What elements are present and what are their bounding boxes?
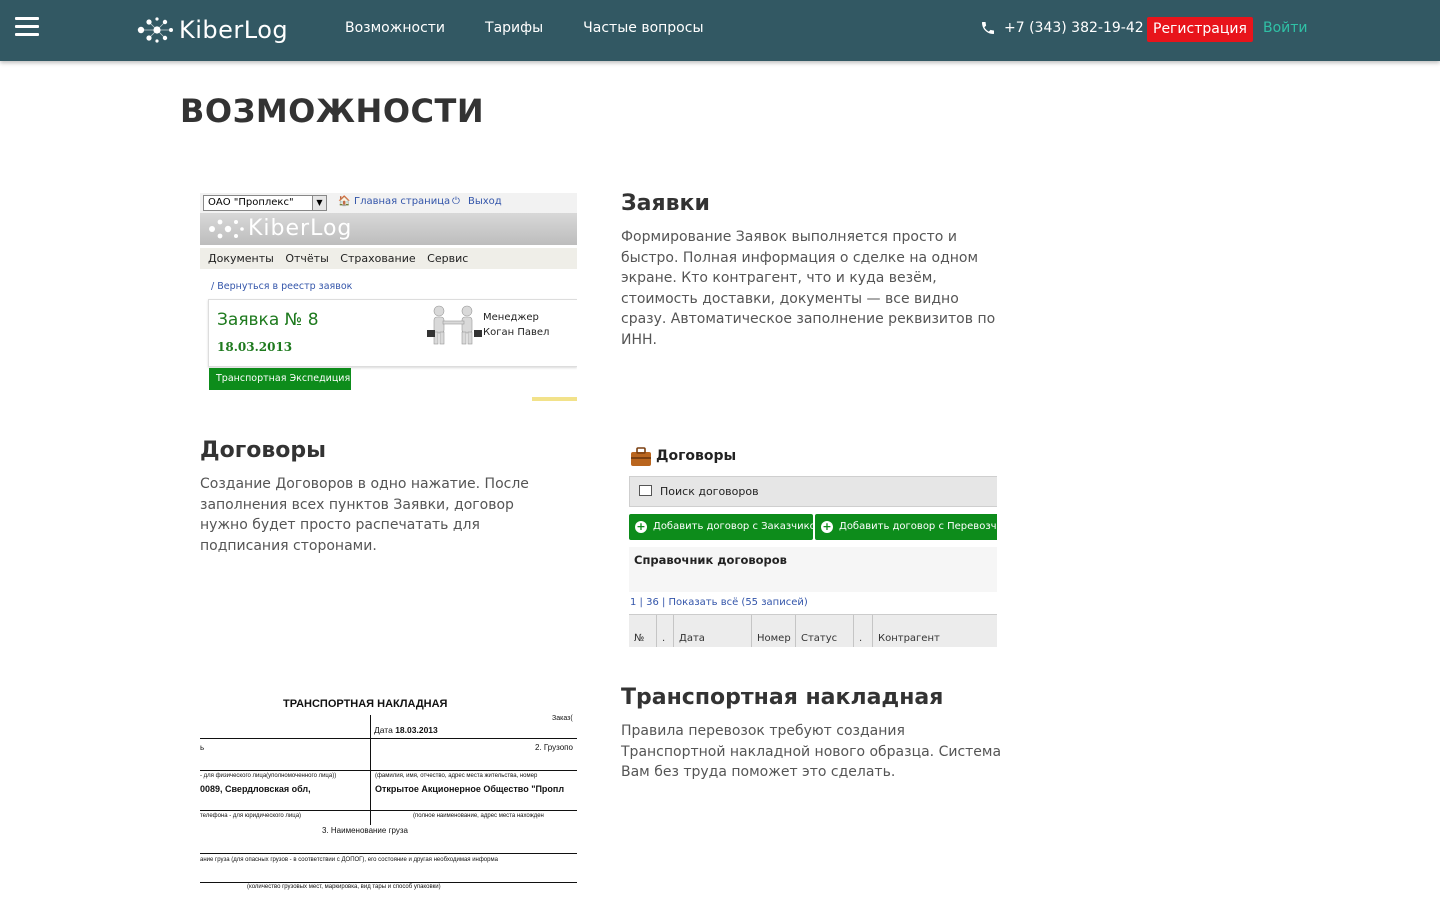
column-header: Дата	[674, 615, 752, 647]
plus-icon: +	[635, 520, 647, 533]
nav-features[interactable]: Возможности	[345, 20, 445, 36]
waybill-title: ТРАНСПОРТНАЯ НАКЛАДНАЯ	[283, 698, 448, 710]
add-customer-label: Добавить договор с Заказчиком	[653, 521, 813, 532]
shot-logo-bar: KiberLog	[200, 213, 577, 245]
waybill-date: Дата 18.03.2013	[374, 725, 438, 735]
waybill-date-value: 18.03.2013	[395, 725, 438, 735]
waybill-bold-left: 0089, Свердловская обл,	[200, 784, 311, 794]
logo-dots-icon	[137, 17, 173, 43]
contracts-screenshot: Договоры Поиск договоров + Добавить дого…	[628, 442, 997, 647]
waybill-num-mark: ь	[200, 743, 205, 752]
logo-text: KiberLog	[179, 16, 289, 44]
column-header: Номер	[752, 615, 796, 647]
order-date: 18.03.2013	[217, 340, 293, 354]
waybill-order-label: Заказ(	[552, 715, 573, 722]
main-nav: Возможности Тарифы Частые вопросы	[345, 20, 744, 36]
top-navbar: KiberLog Возможности Тарифы Частые вопро…	[0, 0, 1440, 61]
search-label: Поиск договоров	[660, 485, 759, 498]
add-customer-contract-button: + Добавить договор с Заказчиком	[629, 514, 813, 540]
shot-menu: Документы Отчёты Страхование Сервис	[200, 248, 577, 269]
contracts-table-header: № . Дата Номер Статус . Контрагент	[629, 614, 997, 647]
chevron-down-icon: ▼	[312, 196, 326, 210]
nav-faq[interactable]: Частые вопросы	[583, 20, 703, 36]
column-header: .	[657, 615, 674, 647]
section-waybill-title: Транспортная накладная	[621, 685, 944, 710]
back-link: / Вернуться в реестр заявок	[211, 281, 353, 292]
waybill-line	[200, 810, 577, 811]
manager-name: Коган Павел	[483, 327, 550, 338]
column-header: .	[854, 615, 873, 647]
add-carrier-contract-button: + Добавить договор с Перевозчиком	[815, 514, 997, 540]
section-waybill-text: Правила перевозок требуют создания Транс…	[621, 723, 1002, 780]
home-link: Главная страница	[354, 196, 451, 207]
column-header: Статус	[796, 615, 854, 647]
waybill-line	[200, 770, 577, 771]
waybill-small-left-2: телефона - для юридического лица)	[200, 813, 302, 819]
section-contracts-text: Создание Договоров в одно нажатие. После…	[200, 476, 529, 554]
waybill-sender: 2. Грузопо	[535, 743, 573, 752]
add-carrier-label: Добавить договор с Перевозчиком	[839, 521, 997, 532]
contracts-search-bar: Поиск договоров	[629, 476, 997, 507]
column-header: №	[629, 615, 657, 647]
contracts-title: Договоры	[656, 448, 737, 464]
register-button[interactable]: Регистрация	[1147, 17, 1253, 42]
waybill-small-right: (фамилия, имя, отчество, адрес места жит…	[375, 773, 538, 779]
manager-label: Менеджер	[483, 312, 539, 323]
waybill-screenshot: ТРАНСПОРТНАЯ НАКЛАДНАЯ Заказ( Дата 18.03…	[200, 690, 577, 900]
order-card: Заявка № 8 18.03.2013 Менеджер Коган Пав…	[208, 299, 577, 367]
column-header: Контрагент	[878, 633, 940, 644]
power-icon: ⏻	[452, 196, 460, 207]
waybill-line	[200, 882, 577, 883]
plus-icon: +	[821, 520, 833, 533]
waybill-line	[200, 853, 577, 854]
transport-tab: Транспортная Экспедиция	[209, 368, 351, 390]
phone-icon	[982, 22, 994, 34]
shot-yellow-strip	[532, 397, 577, 401]
shot-logo-text: KiberLog	[248, 216, 353, 241]
company-select: ОАО "Проплекс" ▼	[203, 195, 327, 211]
nav-pricing[interactable]: Тарифы	[485, 20, 543, 36]
shot-menu-service: Сервис	[427, 252, 469, 265]
waybill-small-right-2: (полное наименование, адрес места нахожд…	[413, 813, 544, 819]
window-icon	[639, 485, 652, 496]
logo[interactable]: KiberLog	[135, 14, 288, 46]
section-contracts-title: Договоры	[200, 438, 326, 463]
login-link[interactable]: Войти	[1263, 20, 1308, 36]
exit-link: Выход	[468, 196, 502, 207]
handshake-icon	[427, 305, 482, 345]
section-orders-text: Формирование Заявок выполняется просто и…	[621, 229, 996, 348]
order-number: Заявка № 8	[217, 310, 319, 330]
briefcase-icon	[631, 447, 651, 466]
shot-menu-insurance: Страхование	[340, 252, 416, 265]
phone-contact[interactable]: +7 (343) 382-19-42	[980, 20, 1144, 36]
company-name: ОАО "Проплекс"	[208, 197, 294, 208]
shot-menu-documents: Документы	[208, 252, 274, 265]
manager-info: Менеджер Коган Павел	[483, 310, 549, 340]
home-icon: 🏠	[338, 196, 351, 207]
menu-icon[interactable]	[15, 17, 39, 37]
pagination: 1 | 36 | Показать всё (55 записей)	[630, 597, 808, 608]
waybill-date-label: Дата	[374, 725, 393, 735]
waybill-cargo-small: ание груза (для опасных грузов - в соотв…	[200, 857, 498, 863]
page-title: ВОЗМОЖНОСТИ	[180, 92, 485, 130]
orders-screenshot: ОАО "Проплекс" ▼ 🏠 Главная страница ⏻ Вы…	[200, 193, 577, 401]
phone-number: +7 (343) 382-19-42	[1004, 20, 1144, 36]
section-orders-title: Заявки	[621, 191, 710, 216]
waybill-cargo-name: 3. Наименование груза	[322, 826, 408, 835]
waybill-line	[200, 738, 577, 739]
waybill-bottom-small: (количество грузовых мест, маркировка, в…	[247, 884, 441, 890]
shot-menu-reports: Отчёты	[285, 252, 329, 265]
contracts-reference: Справочник договоров	[629, 547, 997, 592]
waybill-small-left: - для физического лица(уполномоченного л…	[200, 773, 337, 779]
logo-dots-icon	[209, 219, 244, 239]
waybill-bold-right: Открытое Акционерное Общество "Пропл	[375, 784, 565, 794]
